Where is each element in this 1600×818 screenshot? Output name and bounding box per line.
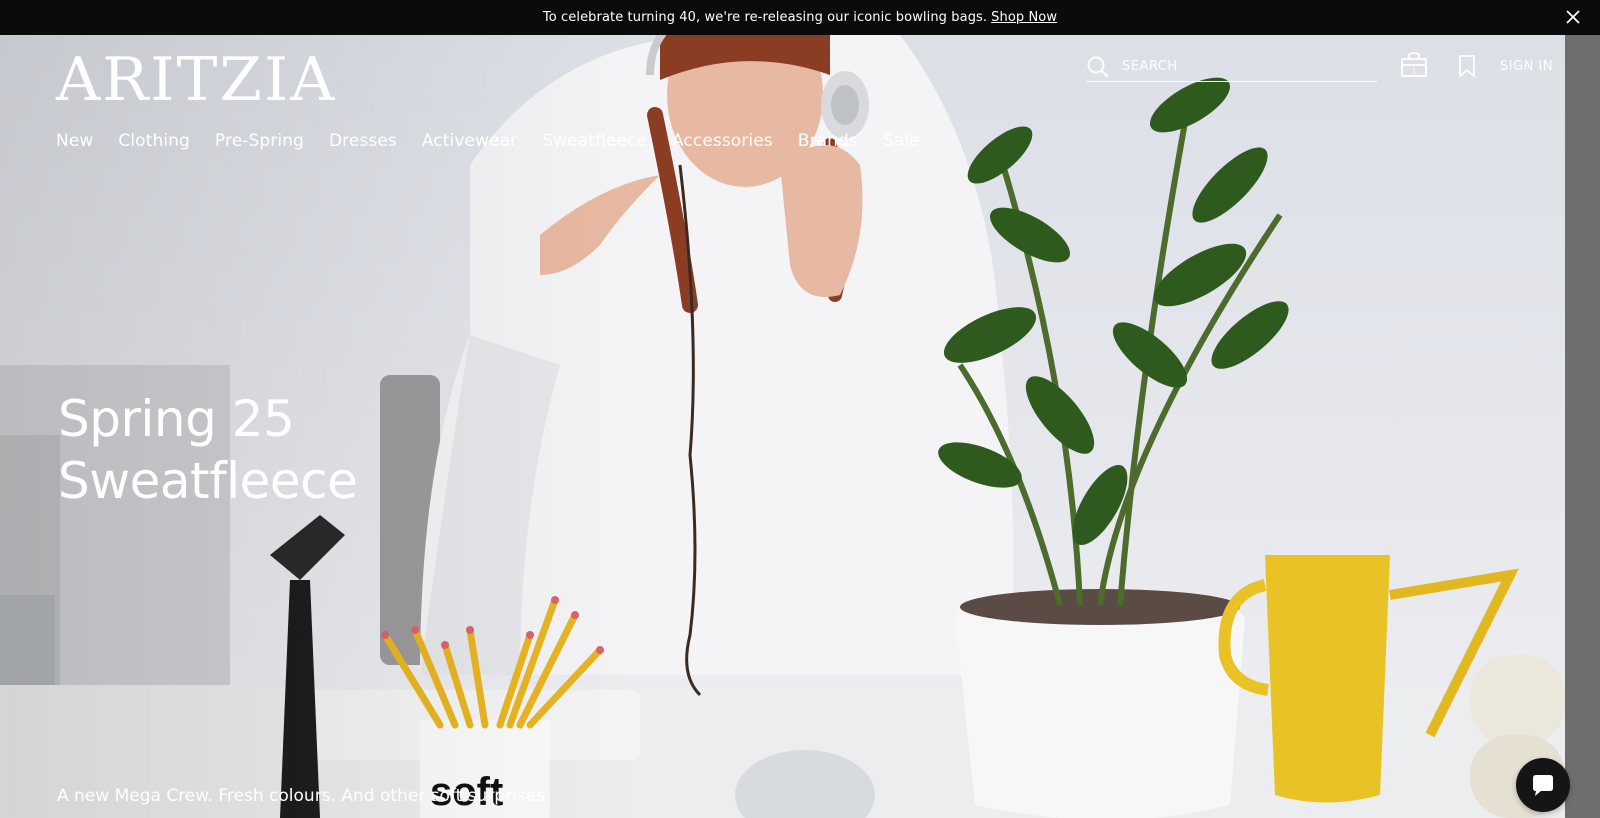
search-bar[interactable] [1086,52,1377,82]
search-icon[interactable] [1086,55,1110,79]
main-nav: New Clothing Pre-Spring Dresses Activewe… [56,131,945,151]
hero-title-line-1: Spring 25 [58,390,295,448]
nav-item-pre-spring[interactable]: Pre-Spring [215,131,304,151]
nav-item-accessories[interactable]: Accessories [672,131,773,151]
search-input[interactable] [1122,59,1362,74]
nav-item-activewear[interactable]: Activewear [422,131,517,151]
hero-title[interactable]: Spring 25 Sweatfleece [58,388,358,512]
hero-subtitle: A new Mega Crew. Fresh colours. And othe… [57,786,551,806]
nav-item-brands[interactable]: Brands [798,131,858,151]
shopping-bag-icon[interactable]: 1 [1400,52,1428,78]
chat-button[interactable] [1516,758,1570,812]
close-icon[interactable] [1564,8,1582,26]
nav-item-sale[interactable]: Sale [883,131,920,151]
announcement-message: To celebrate turning 40, we're re-releas… [542,10,988,25]
nav-item-sweatfleece[interactable]: Sweatfleece [542,131,647,151]
bookmark-icon[interactable] [1457,54,1477,78]
cart-count: 1 [1411,67,1416,76]
sign-in-link[interactable]: SIGN IN [1500,59,1553,74]
hero-title-line-2: Sweatfleece [58,452,358,510]
chat-icon [1533,775,1553,796]
nav-item-new[interactable]: New [56,131,93,151]
nav-item-clothing[interactable]: Clothing [118,131,190,151]
aritzia-logo[interactable]: ARITZIA [56,50,336,110]
nav-item-dresses[interactable]: Dresses [329,131,397,151]
shop-now-link[interactable]: Shop Now [991,10,1057,25]
announcement-bar: To celebrate turning 40, we're re-releas… [0,0,1600,35]
